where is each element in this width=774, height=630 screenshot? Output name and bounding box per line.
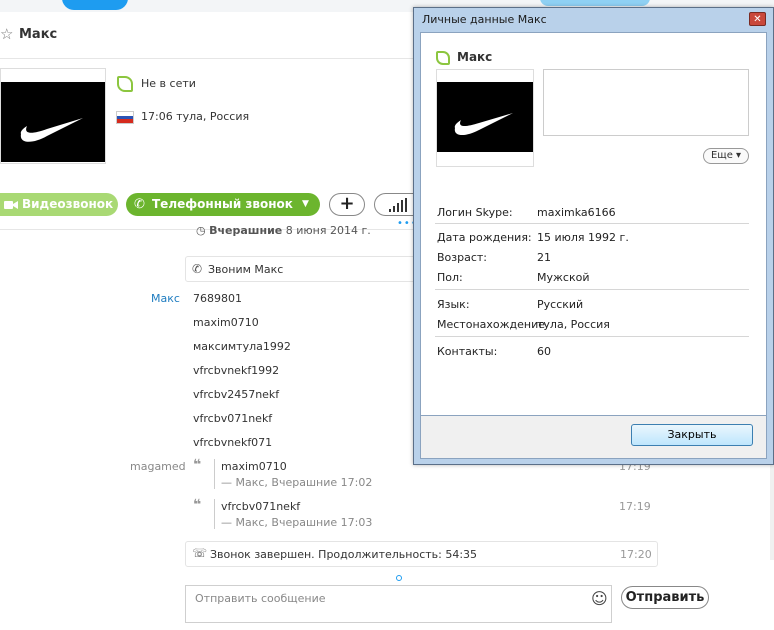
field-label: Язык: [437,298,470,311]
message-text: vfrcbvnekf1992 [193,364,280,377]
quoted-message-source: — Макс, Вчерашние 17:03 [221,516,373,529]
message-text: максимтула1992 [193,340,291,353]
nike-logo-icon [454,113,513,136]
field-value: 15 июля 1992 г. [537,231,629,244]
phone-call-button[interactable]: ✆ Телефонный звонок ▼ [126,193,320,216]
call-ended-card: ☏ Звонок завершен. Продолжительность: 54… [185,541,658,567]
call-ended-text: Звонок завершен. Продолжительность: 54:3… [210,548,478,561]
dialog-avatar [436,69,534,167]
video-call-label: Видеозвонок [22,197,114,211]
phone-icon: ✆ [134,197,145,212]
message-sender[interactable]: magamed [130,460,186,473]
personal-data-dialog: Личные данные Макс ✕ Макс Еще ▾ Логин Sk… [413,7,774,465]
divider [435,289,749,290]
offline-status-icon [436,51,450,65]
favorite-star-icon[interactable]: ☆ [0,25,13,43]
send-button[interactable]: Отправить [621,586,709,609]
close-button[interactable]: Закрыть [631,424,753,446]
field-value: 60 [537,345,551,358]
divider [435,336,749,337]
nike-logo-icon [20,118,83,142]
quoted-message-text: vfrcbv071nekf [221,500,301,513]
quoted-message-source: — Макс, Вчерашние 17:02 [221,476,373,489]
message-text: vfrcbv071nekf [193,412,273,425]
dialog-footer: Закрыть [420,416,767,459]
conversation-header [0,12,420,59]
skype-tab-accent [62,0,128,10]
field-label: Возраст: [437,251,488,264]
typing-indicator [396,575,402,581]
message-text: maxim0710 [193,316,259,329]
message-input-box[interactable]: ☺ [185,585,612,623]
field-value: тула, Россия [537,318,610,331]
contact-avatar [0,68,106,164]
top-decoration [540,0,650,6]
quote-bar [214,459,215,489]
offline-status-icon [117,76,133,92]
video-call-button[interactable]: Видеозвонок [0,193,118,216]
message-text: vfrcbvnekf071 [193,436,273,449]
field-label: Местонахождение [437,318,546,331]
date-separator: ◷ Вчерашние 8 июня 2014 г. [196,224,371,237]
russia-flag-icon [116,111,134,124]
field-label: Логин Skype: [437,206,513,219]
contact-location-time: 17:06 тула, Россия [141,110,250,123]
field-label: Дата рождения: [437,231,532,244]
quoted-message-text: maxim0710 [221,460,287,473]
contact-name: Макс [19,27,58,42]
message-time: 17:19 [619,500,651,513]
field-value: Мужской [537,271,590,284]
call-ended-time: 17:20 [620,548,652,561]
video-camera-icon [4,201,18,209]
quote-icon: ❝ [193,457,202,473]
call-event-text: Звоним Макс [208,263,284,276]
field-value: 21 [537,251,551,264]
field-value: Русский [537,298,584,311]
message-text: vfrcbv2457nekf [193,388,280,401]
clock-icon: ◷ [196,224,206,237]
quote-icon: ❝ [193,497,202,513]
phone-call-label: Телефонный звонок [152,197,293,211]
quote-bar [214,499,215,529]
emoticon-icon[interactable]: ☺ [591,589,608,608]
signal-bars-icon [389,198,407,212]
message-input[interactable] [193,591,587,606]
field-label: Пол: [437,271,463,284]
field-value: maximka6166 [537,206,616,219]
hang-up-icon: ☏ [192,546,208,560]
close-icon[interactable]: ✕ [749,12,766,26]
dialog-title: Личные данные Макс [422,13,547,26]
message-sender[interactable]: Макс [151,292,180,305]
add-button[interactable]: + [329,193,365,216]
message-text: 7689801 [193,292,242,305]
dialog-body: Макс Еще ▾ Логин Skype: maximka6166 Дата… [420,32,767,416]
chevron-down-icon[interactable]: ▼ [302,193,309,216]
field-label: Контакты: [437,345,498,358]
phone-icon: ✆ [192,262,203,276]
call-event-card: ✆ Звоним Макс [185,256,425,282]
more-button[interactable]: Еще ▾ [703,148,749,164]
divider [435,223,749,224]
dialog-contact-name: Макс [457,50,493,64]
contact-status: Не в сети [141,77,196,90]
mood-message-box [543,69,749,136]
